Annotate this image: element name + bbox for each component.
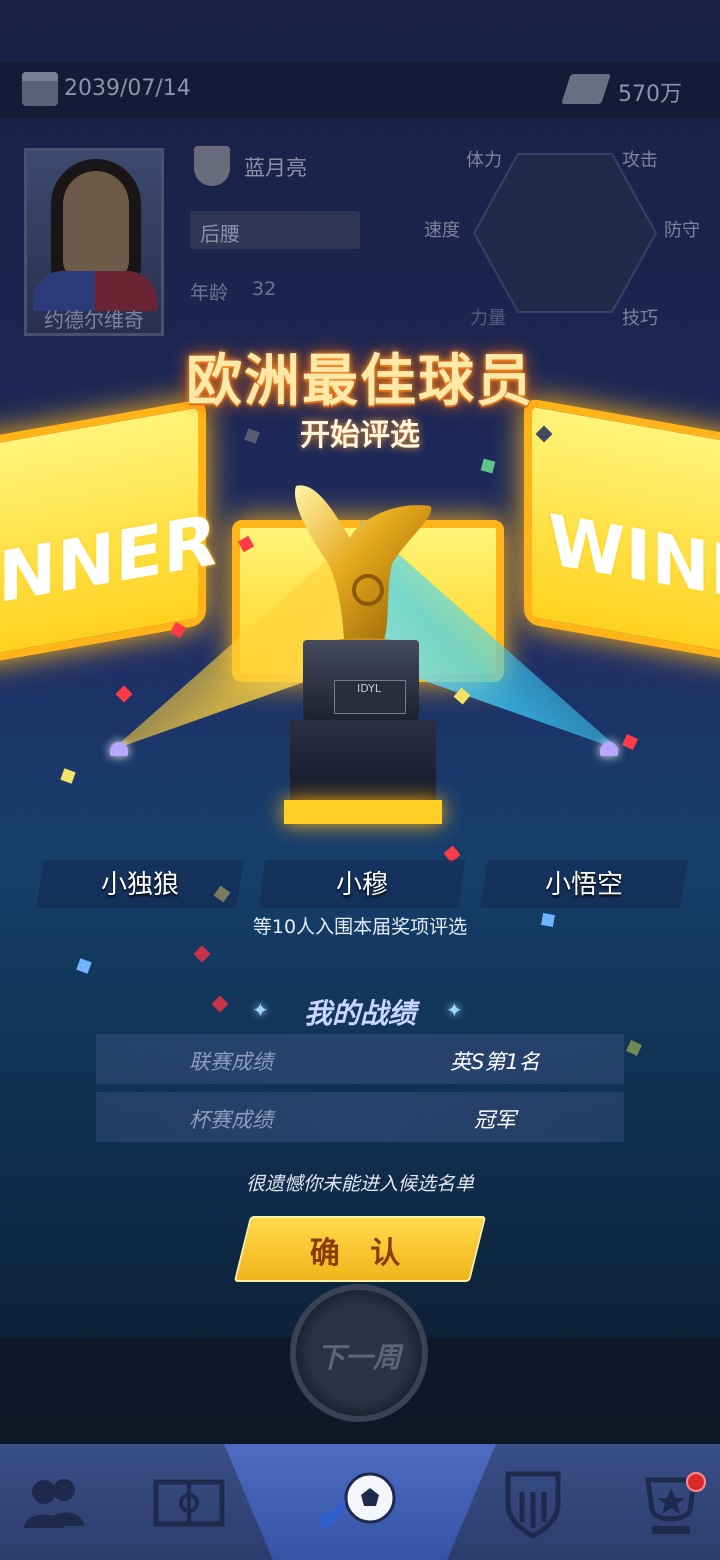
pitch-icon xyxy=(153,1479,225,1527)
sparkle-icon: ✦ xyxy=(446,998,463,1022)
confetti xyxy=(480,458,496,474)
notification-badge xyxy=(686,1472,706,1492)
nominee-name: 小穆 xyxy=(335,870,388,900)
award-title: 欧洲最佳球员 xyxy=(186,349,534,414)
trophy-nav-icon xyxy=(645,1477,697,1534)
game-date: 2039/07/14 xyxy=(64,76,191,101)
award-subtitle: 开始评选 xyxy=(300,418,420,453)
nominee-note: 等10人入围本届奖项评选 xyxy=(252,916,468,938)
confetti xyxy=(115,685,133,703)
spotlight-left-icon xyxy=(110,742,128,756)
position-label: 后腰 xyxy=(200,222,240,246)
nav-club-button[interactable] xyxy=(488,1460,578,1544)
record-label: 联赛成绩 xyxy=(189,1050,273,1074)
trophy-icon xyxy=(294,485,432,658)
nav-team-button[interactable] xyxy=(8,1460,98,1544)
stat-strength: 力量 xyxy=(470,308,506,329)
calendar-icon xyxy=(22,72,58,106)
result-message: 很遗憾你未能进入候选名单 xyxy=(245,1173,474,1195)
nav-match-button[interactable] xyxy=(316,1460,406,1544)
nav-pitch-button[interactable] xyxy=(144,1460,234,1544)
stat-defense: 防守 xyxy=(664,220,700,241)
club-badge-icon xyxy=(505,1471,561,1539)
confetti xyxy=(76,958,92,974)
record-title: 我的战绩 xyxy=(303,997,416,1030)
nav-trophy-button[interactable] xyxy=(626,1460,716,1544)
age-value: 32 xyxy=(252,278,277,300)
nominee-name: 小独狼 xyxy=(100,870,179,900)
trophy-base-bottom xyxy=(290,720,436,806)
attribute-hexagon xyxy=(472,153,658,313)
stat-attack: 攻击 xyxy=(622,150,658,171)
trophy-base-glow xyxy=(284,800,442,824)
match-icon xyxy=(320,1472,396,1530)
nominee-name: 小悟空 xyxy=(544,870,623,900)
stat-stamina: 体力 xyxy=(466,150,502,171)
record-label: 杯赛成绩 xyxy=(189,1108,273,1132)
player-name: 约德尔维奇 xyxy=(44,308,144,332)
confetti xyxy=(622,734,638,750)
confirm-button[interactable] xyxy=(233,1216,487,1282)
club-badge-icon xyxy=(194,146,230,186)
confetti xyxy=(193,945,211,963)
team-icon xyxy=(24,1479,84,1528)
next-week-label: 下一周 xyxy=(316,1341,401,1374)
age-label: 年龄 xyxy=(190,282,229,304)
club-name: 蓝月亮 xyxy=(244,156,307,180)
portrait-face xyxy=(63,171,129,281)
stat-speed: 速度 xyxy=(424,220,460,241)
spotlight-right-icon xyxy=(600,742,618,756)
stat-technique: 技巧 xyxy=(622,308,658,329)
confetti xyxy=(60,768,76,784)
record-value: 英S第1名 xyxy=(450,1050,540,1074)
record-value: 冠军 xyxy=(474,1108,516,1132)
money-amount: 570万 xyxy=(618,82,682,107)
trophy-plaque-text: IDYL xyxy=(357,682,381,695)
